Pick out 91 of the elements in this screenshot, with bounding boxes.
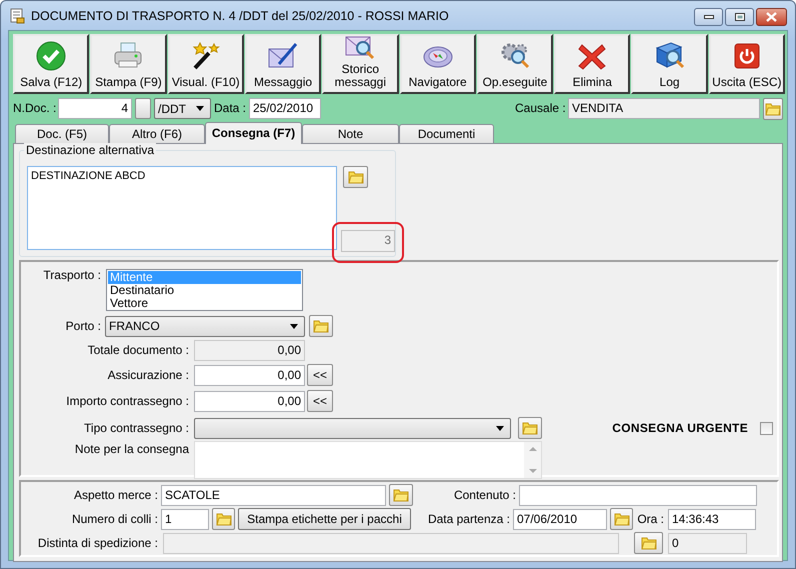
highlight-marker <box>332 222 404 263</box>
document-number-field[interactable]: 4 <box>58 98 132 119</box>
list-item[interactable]: Vettore <box>108 297 301 310</box>
folder-icon <box>640 536 656 550</box>
field-label: Totale documento : <box>86 342 189 359</box>
folder-button[interactable] <box>389 484 413 506</box>
window-title: DOCUMENTO DI TRASPORTO N. 4 /DDT del 25/02/2010 - ROSSI MARIO <box>31 8 449 22</box>
content-field[interactable] <box>519 484 757 506</box>
tab[interactable]: Documenti <box>399 124 494 143</box>
close-icon <box>766 12 777 22</box>
date-field[interactable]: 25/02/2010 <box>249 98 321 119</box>
causale-field[interactable]: VENDITA <box>568 98 760 119</box>
field-label: Importo contrassegno : <box>65 392 189 410</box>
toolbar-button[interactable]: Salva (F12) <box>13 34 90 94</box>
folder-button[interactable] <box>518 417 542 439</box>
check-icon <box>35 40 68 72</box>
amount-field[interactable]: 0,00 <box>194 340 305 361</box>
folder-icon <box>216 512 232 526</box>
close-button[interactable] <box>756 8 787 26</box>
packages-field[interactable]: 1 <box>161 508 209 530</box>
field-label: Causale : <box>515 100 565 117</box>
toolbar-button[interactable]: Op.eseguite <box>476 34 554 94</box>
field-label: Numero di colli : <box>70 510 158 528</box>
folder-icon <box>614 512 630 526</box>
amount-field[interactable]: 0,00 <box>194 390 305 412</box>
minimize-icon <box>704 15 714 19</box>
toolbar-button[interactable]: Messaggio <box>244 34 322 94</box>
print-labels-button[interactable]: Stampa etichette per i pacchi <box>238 508 411 530</box>
restore-button[interactable] <box>725 8 754 26</box>
tab[interactable]: Note <box>302 124 399 143</box>
scroll-down-icon[interactable] <box>528 469 536 473</box>
fill-button[interactable]: << <box>307 390 333 412</box>
field-label: Aspetto merce : <box>72 486 158 504</box>
fill-button[interactable]: << <box>307 364 333 386</box>
tab[interactable]: Doc. (F5) <box>15 124 109 143</box>
field-label: Porto : <box>64 318 101 334</box>
checkbox[interactable] <box>760 422 773 434</box>
note-field[interactable] <box>194 441 542 479</box>
tab[interactable]: Consegna (F7) <box>205 122 302 144</box>
porto-dropdown[interactable]: FRANCO <box>105 316 305 336</box>
folder-button[interactable] <box>212 508 235 530</box>
folder-button[interactable] <box>763 98 783 120</box>
checkbox-label: CONSEGNA URGENTE <box>612 420 748 436</box>
address-field[interactable]: DESTINAZIONE ABCD <box>27 166 337 250</box>
list-item[interactable]: Destinatario <box>108 284 301 297</box>
toolbar-button[interactable]: Navigatore <box>400 34 476 94</box>
scroll-up-icon[interactable] <box>528 447 536 451</box>
field-label: Contenuto : <box>452 486 516 504</box>
type-dropdown[interactable] <box>194 418 511 438</box>
caret-icon <box>496 426 504 430</box>
field-label: Distinta di spedizione : <box>36 534 158 552</box>
field-label: Trasporto : <box>42 269 101 282</box>
caret-icon <box>196 106 204 111</box>
field-label: Data partenza : <box>426 510 510 528</box>
field-label: Note per la consegna <box>74 441 189 457</box>
amount-field[interactable]: 0,00 <box>194 364 305 386</box>
restore-icon <box>734 13 744 21</box>
tab[interactable]: Altro (F6) <box>109 124 205 143</box>
toolbar-button[interactable]: Elimina <box>554 34 630 94</box>
field-label: Data : <box>214 100 246 117</box>
toolbar-button[interactable]: Uscita (ESC) <box>708 34 785 94</box>
toolbar-button[interactable]: Stampa (F9) <box>90 34 167 94</box>
folder-button[interactable] <box>610 508 633 530</box>
shipping-list-field[interactable] <box>163 532 619 554</box>
minimize-button[interactable] <box>694 8 723 26</box>
toolbar-button[interactable]: Log <box>631 34 708 94</box>
departure-date-field[interactable]: 07/06/2010 <box>513 508 607 530</box>
caret-icon <box>290 324 298 328</box>
folder-icon <box>522 421 538 435</box>
field-label: Ora : <box>636 510 664 528</box>
list-count-field[interactable]: 0 <box>668 532 747 554</box>
folder-icon <box>348 170 364 184</box>
small-button[interactable] <box>135 98 151 119</box>
time-field[interactable]: 14:36:43 <box>668 508 756 530</box>
app-icon <box>9 8 25 24</box>
series-dropdown[interactable]: /DDT <box>154 98 211 119</box>
folder-button[interactable] <box>309 315 333 337</box>
field-label: Tipo contrassegno : <box>83 420 189 436</box>
listbox[interactable]: Mittente Destinatario Vettore <box>106 269 303 311</box>
toolbar-button[interactable]: Visual. (F10) <box>168 34 244 94</box>
folder-icon <box>393 488 409 502</box>
goods-field[interactable]: SCATOLE <box>161 484 386 506</box>
group-title: Destinazione alternativa <box>24 143 156 157</box>
counter-field[interactable]: 3 <box>341 230 395 252</box>
toolbar-button[interactable]: Storico messaggi <box>322 34 398 94</box>
folder-button[interactable] <box>634 532 663 554</box>
folder-icon <box>765 102 781 116</box>
field-label: Assicurazione : <box>106 366 189 384</box>
folder-icon <box>313 319 329 333</box>
folder-button[interactable] <box>343 166 368 188</box>
field-label: N.Doc. : <box>13 100 55 117</box>
